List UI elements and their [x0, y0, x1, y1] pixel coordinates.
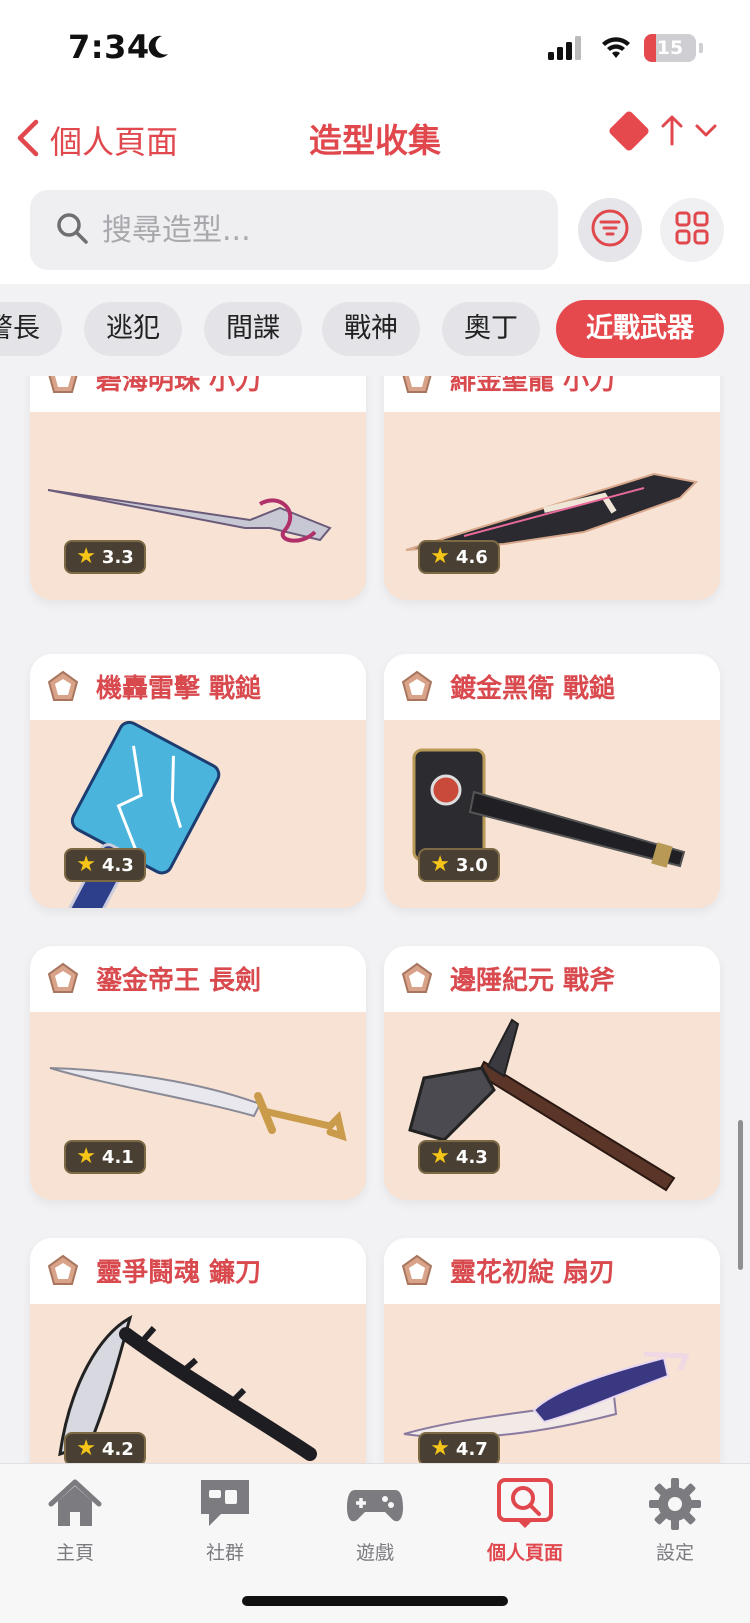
- chat-icon: [195, 1474, 255, 1534]
- signal-icon: [548, 36, 584, 64]
- search-icon: [54, 210, 90, 250]
- battery-level: 15: [656, 37, 684, 59]
- rating-badge: ★ 4.2: [64, 1432, 146, 1464]
- tab-community[interactable]: 社群: [150, 1474, 300, 1584]
- tab-home[interactable]: 主頁: [0, 1474, 150, 1584]
- skin-card[interactable]: 邊陲紀元 戰斧 ★ 4.3: [384, 946, 720, 1200]
- tab-settings[interactable]: 設定: [600, 1474, 750, 1584]
- moon-icon: [146, 34, 170, 64]
- rarity-badge-icon: [400, 376, 434, 400]
- rarity-badge-icon: [400, 962, 434, 1000]
- skin-name: 靈花初綻 扇刃: [450, 1258, 616, 1288]
- skin-grid: 碧海明珠 小刀 ★ 3.3 緋金聖龍 小刀 ★ 4.6 機轟雷擊 戰鎚 ★ 4.…: [0, 376, 750, 1464]
- rating-badge: ★ 4.7: [418, 1432, 500, 1464]
- chip-odin[interactable]: 奧丁: [442, 302, 540, 356]
- skin-card[interactable]: 碧海明珠 小刀 ★ 3.3: [30, 376, 366, 600]
- rating-badge: ★ 4.1: [64, 1140, 146, 1174]
- skin-card[interactable]: 鍍金黑衛 戰鎚 ★ 3.0: [384, 654, 720, 908]
- rarity-badge-icon: [46, 1254, 80, 1292]
- skin-name: 鎏金帝王 長劍: [96, 966, 262, 996]
- tab-label: 遊戲: [355, 1542, 394, 1564]
- rarity-badge-icon: [400, 1254, 434, 1292]
- profile-search-icon: [495, 1474, 555, 1534]
- rating-badge: ★ 4.3: [418, 1140, 500, 1174]
- tab-games[interactable]: 遊戲: [300, 1474, 450, 1584]
- home-icon: [45, 1474, 105, 1534]
- filter-icon: [590, 208, 630, 252]
- rarity-badge-icon: [46, 962, 80, 1000]
- star-icon: ★: [430, 1436, 450, 1461]
- category-chips: 警長 逃犯 間諜 戰神 奧丁 近戰武器: [0, 284, 750, 376]
- skin-name: 鍍金黑衛 戰鎚: [450, 674, 616, 704]
- grid-icon: [675, 211, 709, 249]
- grid-view-button[interactable]: [660, 198, 724, 262]
- star-icon: ★: [76, 1436, 96, 1461]
- skin-name: 邊陲紀元 戰斧: [450, 966, 616, 996]
- star-icon: ★: [76, 852, 96, 877]
- skin-card[interactable]: 緋金聖龍 小刀 ★ 4.6: [384, 376, 720, 600]
- gear-icon: [645, 1474, 705, 1534]
- skin-name: 機轟雷擊 戰鎚: [96, 674, 262, 704]
- collection-page: 7:34 15 個人頁面 造型收集 搜尋造型... 長 逃犯 間諜 戰神 奧丁 …: [0, 0, 750, 1623]
- gamepad-icon: [345, 1474, 405, 1534]
- skin-card[interactable]: 靈花初綻 扇刃 ★ 4.7: [384, 1238, 720, 1464]
- status-bar: 7:34 15: [0, 0, 750, 96]
- scroll-indicator[interactable]: [738, 1120, 743, 1270]
- skin-name: 緋金聖龍 小刀: [450, 376, 616, 396]
- skin-name: 碧海明珠 小刀: [96, 376, 262, 396]
- tab-label: 社群: [205, 1542, 244, 1564]
- rarity-badge-icon: [400, 670, 434, 708]
- star-icon: ★: [76, 1144, 96, 1169]
- search-input[interactable]: [102, 190, 542, 270]
- rating-badge: ★ 4.6: [418, 540, 500, 574]
- star-icon: ★: [76, 544, 96, 569]
- wifi-icon: [600, 34, 632, 64]
- status-time: 7:34: [68, 28, 150, 66]
- skin-card[interactable]: 機轟雷擊 戰鎚 ★ 4.3: [30, 654, 366, 908]
- rating-badge: ★ 3.0: [418, 848, 500, 882]
- star-icon: ★: [430, 852, 450, 877]
- tab-label: 設定: [655, 1542, 694, 1564]
- chip-melee-weapons[interactable]: 近戰武器: [556, 300, 724, 358]
- rarity-badge-icon: [46, 670, 80, 708]
- chip-fugitive[interactable]: 逃犯: [84, 302, 182, 356]
- filter-button[interactable]: [578, 198, 642, 262]
- nav-bar: 個人頁面 造型收集: [0, 96, 750, 188]
- star-icon: ★: [430, 544, 450, 569]
- skin-card[interactable]: 靈爭鬪魂 鐮刀 ★ 4.2: [30, 1238, 366, 1464]
- tab-label: 主頁: [55, 1542, 94, 1564]
- chip-war-god[interactable]: 戰神: [322, 302, 420, 356]
- home-indicator: [242, 1596, 508, 1606]
- chip-spy[interactable]: 間諜: [204, 302, 302, 356]
- tab-profile[interactable]: 個人頁面: [450, 1474, 600, 1584]
- rarity-badge-icon: [46, 376, 80, 400]
- skin-card[interactable]: 鎏金帝王 長劍 ★ 4.1: [30, 946, 366, 1200]
- sort-up-icon[interactable]: [660, 112, 684, 152]
- search-box[interactable]: [30, 190, 558, 270]
- search-row: [0, 188, 750, 284]
- star-icon: ★: [430, 1144, 450, 1169]
- chip-sheriff[interactable]: 警長: [0, 302, 62, 356]
- battery-icon: 15: [644, 34, 696, 62]
- rating-badge: ★ 4.3: [64, 848, 146, 882]
- chevron-down-icon[interactable]: [694, 118, 718, 146]
- skin-name: 靈爭鬪魂 鐮刀: [96, 1258, 262, 1288]
- rating-badge: ★ 3.3: [64, 540, 146, 574]
- tab-label: 個人頁面: [486, 1542, 563, 1564]
